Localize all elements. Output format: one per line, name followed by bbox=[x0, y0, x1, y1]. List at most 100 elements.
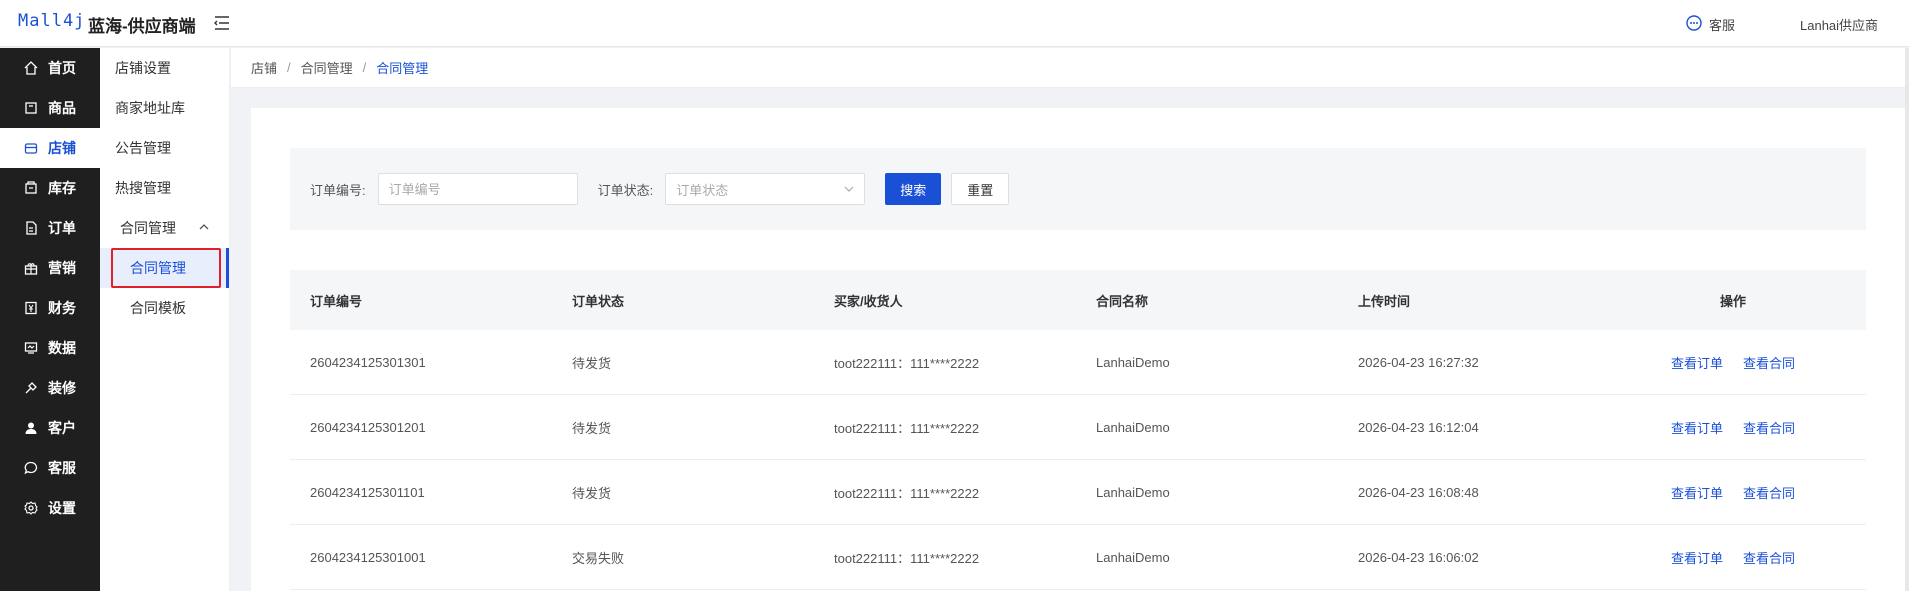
cell-time: 2026-04-23 16:08:48 bbox=[1358, 484, 1479, 500]
cell-buyer: toot222111：111****2222 bbox=[834, 550, 980, 566]
order-status-placeholder: 订单状态 bbox=[676, 182, 729, 198]
main-content: 订单编号: 订单状态: 订单状态 搜索 重置 订单编号 订单状态 买家/收货人 … bbox=[251, 108, 1909, 591]
cell-order-no: 2604234125301201 bbox=[310, 419, 426, 435]
nav-item-home[interactable]: 首页 bbox=[0, 48, 100, 88]
view-order-link[interactable]: 查看订单 bbox=[1671, 353, 1723, 372]
nav-item-inventory[interactable]: 库存 bbox=[0, 168, 100, 208]
nav-item-label: 设置 bbox=[48, 500, 76, 516]
cell-status: 待发货 bbox=[572, 420, 612, 436]
subnav-announcement[interactable]: 公告管理 bbox=[100, 128, 229, 168]
subnav-contract-group[interactable]: 合同管理 bbox=[100, 208, 229, 248]
cell-actions: 查看订单 查看合同 bbox=[1600, 483, 1866, 502]
table-row: 2604234125301201 待发货 toot222111：111****2… bbox=[290, 395, 1866, 460]
breadcrumb-item[interactable]: 店铺 bbox=[251, 58, 277, 77]
breadcrumb-separator: / bbox=[287, 60, 291, 75]
order-no-label: 订单编号: bbox=[310, 182, 366, 198]
nav-item-service[interactable]: 客服 bbox=[0, 448, 100, 488]
column-header: 买家/收货人 bbox=[834, 293, 903, 309]
nav-item-marketing[interactable]: 营销 bbox=[0, 248, 100, 288]
subnav-hot-search[interactable]: 热搜管理 bbox=[100, 168, 229, 208]
view-order-link[interactable]: 查看订单 bbox=[1671, 548, 1723, 567]
nav-item-label: 库存 bbox=[48, 180, 76, 196]
view-order-link[interactable]: 查看订单 bbox=[1671, 483, 1723, 502]
subnav-contract-management[interactable]: 合同管理 bbox=[100, 248, 229, 288]
cell-time: 2026-04-23 16:27:32 bbox=[1358, 354, 1479, 370]
chevron-up-icon bbox=[199, 224, 209, 230]
nav-item-order[interactable]: 订单 bbox=[0, 208, 100, 248]
view-contract-link[interactable]: 查看合同 bbox=[1743, 353, 1795, 372]
cell-buyer: toot222111：111****2222 bbox=[834, 485, 980, 501]
order-status-label: 订单状态: bbox=[597, 182, 654, 198]
column-header: 合同名称 bbox=[1096, 293, 1149, 309]
breadcrumb-item[interactable]: 合同管理 bbox=[301, 58, 353, 77]
sub-sidebar: 店铺设置 商家地址库 公告管理 热搜管理 合同管理 合同管理 合同模板 bbox=[100, 48, 230, 591]
column-header: 上传时间 bbox=[1358, 293, 1411, 309]
view-order-link[interactable]: 查看订单 bbox=[1671, 418, 1723, 437]
cell-actions: 查看订单 查看合同 bbox=[1600, 418, 1866, 437]
breadcrumb: 店铺 / 合同管理 / 合同管理 bbox=[231, 48, 1909, 88]
chat-icon bbox=[24, 461, 38, 475]
view-contract-link[interactable]: 查看合同 bbox=[1743, 483, 1795, 502]
reset-button[interactable]: 重置 bbox=[951, 173, 1010, 205]
nav-item-label: 订单 bbox=[48, 220, 76, 236]
nav-item-label: 数据 bbox=[48, 340, 76, 356]
subnav-store-settings[interactable]: 店铺设置 bbox=[100, 48, 229, 88]
service-label: 客服 bbox=[1709, 18, 1736, 33]
nav-item-decorate[interactable]: 装修 bbox=[0, 368, 100, 408]
cell-contract: LanhaiDemo bbox=[1096, 354, 1170, 370]
nav-item-label: 首页 bbox=[48, 60, 76, 76]
nav-item-label: 客户 bbox=[48, 420, 76, 436]
nav-item-customer[interactable]: 客户 bbox=[0, 408, 100, 448]
nav-item-label: 客服 bbox=[48, 460, 76, 476]
nav-item-label: 装修 bbox=[48, 380, 76, 396]
main-sidebar: 首页 商品 店铺 库存 订单 营销 财务 数据 装修 客户 客服 设置 bbox=[0, 48, 100, 591]
order-status-select[interactable]: 订单状态 bbox=[665, 173, 866, 205]
user-menu[interactable]: Lanhai供应商 bbox=[1800, 15, 1878, 34]
chevron-down-icon bbox=[844, 186, 854, 192]
gift-icon bbox=[24, 263, 38, 275]
data-icon bbox=[24, 342, 38, 354]
menu-collapse-icon[interactable] bbox=[213, 14, 231, 32]
cell-status: 待发货 bbox=[572, 485, 612, 501]
breadcrumb-current: 合同管理 bbox=[376, 61, 429, 76]
search-button[interactable]: 搜索 bbox=[885, 173, 942, 205]
product-icon bbox=[25, 102, 37, 114]
view-contract-link[interactable]: 查看合同 bbox=[1743, 418, 1795, 437]
contract-table: 订单编号 订单状态 买家/收货人 合同名称 上传时间 操作 2604234125… bbox=[290, 270, 1866, 590]
view-contract-link[interactable]: 查看合同 bbox=[1743, 548, 1795, 567]
chat-bubble-icon bbox=[1685, 14, 1703, 35]
table-row: 2604234125301301 待发货 toot222111：111****2… bbox=[290, 330, 1866, 395]
table-row: 2604234125301101 待发货 toot222111：111****2… bbox=[290, 460, 1866, 525]
customer-service-button[interactable]: 客服 bbox=[1685, 14, 1735, 35]
order-icon bbox=[26, 221, 37, 235]
subnav-contract-template[interactable]: 合同模板 bbox=[100, 288, 229, 328]
nav-item-product[interactable]: 商品 bbox=[0, 88, 100, 128]
page-scrollbar[interactable] bbox=[1905, 48, 1909, 591]
cell-contract: LanhaiDemo bbox=[1096, 549, 1170, 565]
logo[interactable]: Mall4j bbox=[18, 11, 85, 31]
nav-item-label: 店铺 bbox=[48, 140, 76, 156]
breadcrumb-separator: / bbox=[362, 60, 367, 75]
cell-contract: LanhaiDemo bbox=[1096, 484, 1170, 500]
nav-item-finance[interactable]: 财务 bbox=[0, 288, 100, 328]
decorate-icon bbox=[25, 382, 37, 394]
nav-item-settings[interactable]: 设置 bbox=[0, 488, 100, 528]
finance-icon bbox=[25, 301, 37, 315]
user-icon bbox=[25, 422, 37, 434]
cell-order-no: 2604234125301301 bbox=[310, 354, 426, 370]
settings-icon bbox=[24, 501, 38, 515]
column-header: 订单编号 bbox=[310, 293, 363, 309]
nav-item-store[interactable]: 店铺 bbox=[0, 128, 100, 168]
cell-time: 2026-04-23 16:06:02 bbox=[1358, 549, 1479, 565]
cell-order-no: 2604234125301101 bbox=[310, 484, 425, 500]
table-header: 订单编号 订单状态 买家/收货人 合同名称 上传时间 操作 bbox=[290, 270, 1866, 330]
nav-item-data[interactable]: 数据 bbox=[0, 328, 100, 368]
column-header: 订单状态 bbox=[572, 293, 625, 309]
cell-actions: 查看订单 查看合同 bbox=[1600, 353, 1866, 372]
subnav-group-label: 合同管理 bbox=[120, 220, 176, 236]
subnav-address-library[interactable]: 商家地址库 bbox=[100, 88, 229, 128]
order-no-input[interactable] bbox=[377, 173, 578, 205]
nav-item-label: 营销 bbox=[48, 260, 76, 276]
cell-status: 待发货 bbox=[572, 355, 612, 371]
search-panel: 订单编号: 订单状态: 订单状态 搜索 重置 bbox=[290, 148, 1866, 230]
